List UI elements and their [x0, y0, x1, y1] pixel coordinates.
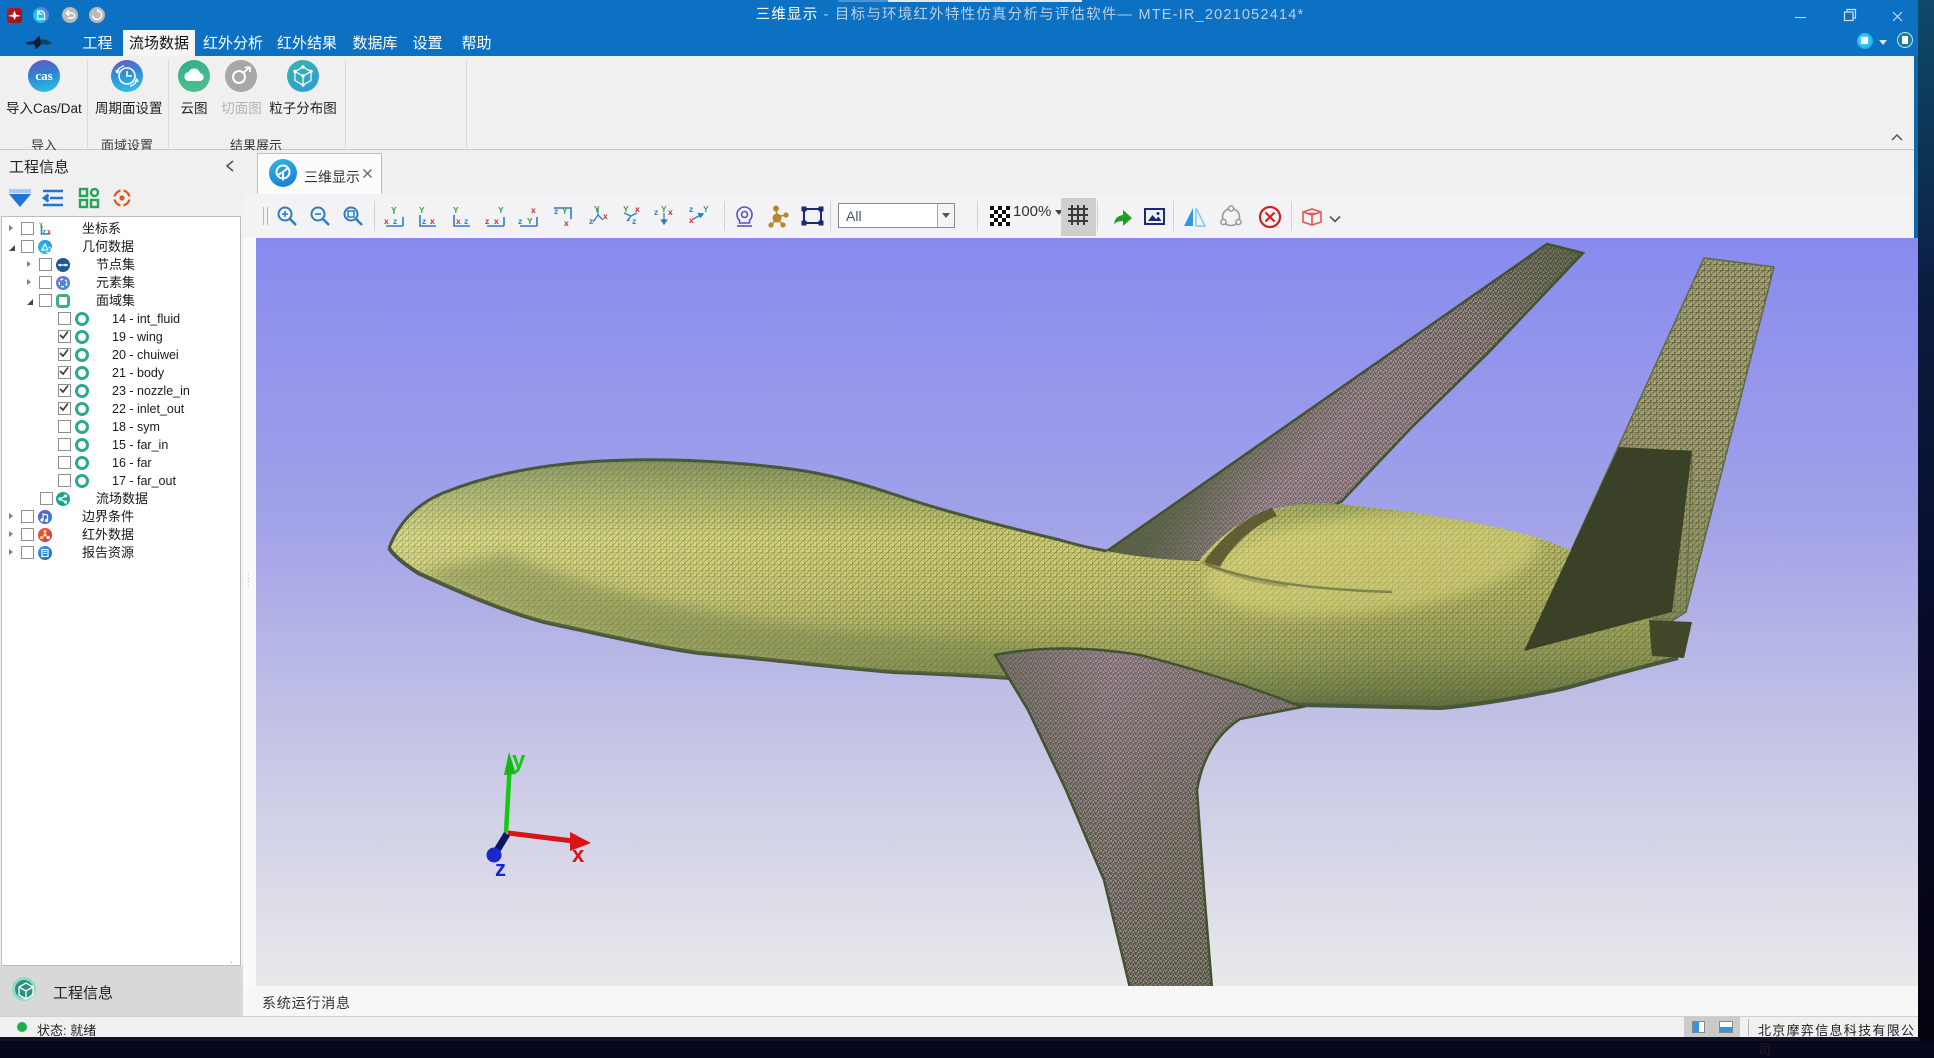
- svg-text:x: x: [47, 229, 51, 236]
- svg-text:x: x: [635, 205, 640, 214]
- svg-text:Y: Y: [453, 205, 459, 215]
- svg-text:z: z: [43, 229, 47, 236]
- svg-text:x: x: [384, 216, 389, 226]
- svg-text:z: z: [518, 216, 522, 226]
- svg-text:z: z: [654, 207, 658, 217]
- svg-text:Y: Y: [419, 205, 425, 215]
- svg-text:z: z: [485, 216, 489, 226]
- svg-text:x: x: [564, 218, 569, 228]
- svg-text:z: z: [632, 216, 636, 226]
- svg-text:x: x: [494, 216, 499, 226]
- svg-text:x: x: [531, 205, 536, 215]
- svg-text:Y: Y: [391, 205, 397, 215]
- svg-text:x: x: [456, 216, 461, 226]
- svg-text:x: x: [603, 211, 608, 221]
- svg-text:Y: Y: [498, 205, 504, 215]
- svg-text:z: z: [495, 856, 506, 881]
- svg-text:z: z: [554, 206, 558, 216]
- svg-text:x: x: [689, 215, 694, 225]
- svg-text:Y: Y: [527, 216, 533, 226]
- svg-text:Y: Y: [623, 205, 629, 214]
- svg-text:Y: Y: [594, 205, 600, 214]
- svg-text:x: x: [572, 842, 585, 867]
- svg-text:Y: Y: [703, 205, 709, 214]
- svg-text:Y: Y: [661, 205, 667, 214]
- svg-text:z: z: [689, 205, 693, 214]
- svg-text:y: y: [512, 747, 526, 774]
- svg-text:z: z: [589, 216, 593, 226]
- svg-text:z: z: [393, 216, 397, 226]
- svg-text:z: z: [422, 216, 426, 226]
- svg-text:Y: Y: [562, 206, 568, 216]
- svg-text:z: z: [464, 216, 468, 226]
- svg-text:x: x: [668, 207, 673, 217]
- svg-text:x: x: [430, 216, 435, 226]
